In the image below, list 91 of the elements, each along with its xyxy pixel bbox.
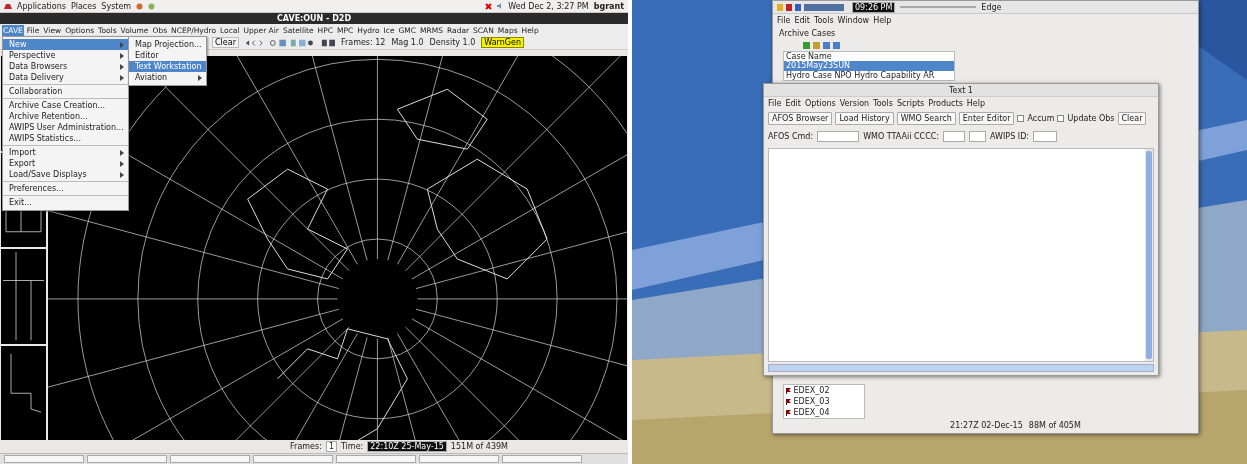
menu-item[interactable]: New [3,39,128,50]
frames-selector[interactable]: Frames: 12 [340,38,386,47]
wmo-field[interactable] [943,131,965,142]
memory-usage: 151M of 439M [450,442,508,451]
toolbar-button[interactable]: AFOS Browser [768,112,833,125]
menu-item[interactable]: AWIPS Statistics... [3,133,128,144]
frames-label: Frames: [290,442,322,451]
menu-item[interactable]: Tools [873,99,893,108]
frames-field[interactable]: 1 [325,441,337,452]
scrollbar[interactable] [768,364,1154,372]
taskbar-button[interactable] [170,455,250,463]
case-row[interactable]: Hydro Case NPO Hydro Capability AR [784,70,954,80]
column-header: Case Name [785,52,832,62]
panel-icons-drawing[interactable] [777,3,847,11]
checkbox[interactable] [1017,115,1025,122]
clock-field: 09:26 PM [852,1,896,13]
menu-item[interactable]: Perspective [3,50,128,61]
toolbar-button[interactable]: Enter Editor [958,112,1015,125]
menu-item[interactable]: Map Projection... [129,39,206,50]
menu-item[interactable]: File [768,99,782,108]
server-row[interactable]: EDEX_04 [784,407,864,418]
menu-item[interactable]: Help [873,16,892,25]
menu-item[interactable]: Window [837,16,870,25]
window-title: Edge [981,2,1002,12]
menu-item[interactable]: Aviation [129,72,206,83]
server-row[interactable]: EDEX_03 [784,396,864,407]
time-label: Time: [340,442,364,451]
taskbar-button[interactable] [336,455,416,463]
mag-selector[interactable]: Mag 1.0 [391,38,424,47]
panel-menu[interactable]: Applications [17,1,66,11]
view-tab[interactable]: Archive Cases [779,29,836,38]
field-label: AFOS Cmd: [768,132,814,141]
menu-item[interactable]: Tools [813,16,834,25]
taskbar-button[interactable] [502,455,582,463]
field-label: AWIPS ID: [990,132,1029,141]
menu-item[interactable]: Products [928,99,963,108]
density-selector[interactable]: Density 1.0 [429,38,476,47]
menu-item[interactable]: Export [3,158,128,169]
user-name[interactable]: bgrant [593,1,624,11]
afos-field[interactable] [817,131,860,142]
menu-item[interactable]: Editor [129,50,206,61]
menu-item[interactable]: Text Workstation [129,61,206,72]
time-field[interactable]: 22:10Z 25-May-15 [367,441,447,452]
toolbar-button[interactable]: Load History [835,112,894,125]
scrollbar[interactable] [1145,149,1153,361]
menu-item[interactable]: Load/Save Displays [3,169,128,180]
menu-item[interactable]: Archive Case Creation... [3,100,128,111]
menu-item[interactable]: Exit... [3,197,128,208]
server-row[interactable]: EDEX_02 [784,385,864,396]
panel-menu[interactable]: Places [70,1,97,11]
menu-item[interactable]: Preferences... [3,183,128,194]
taskbar-button[interactable] [4,455,84,463]
warngen-button[interactable]: WarnGen [481,37,524,48]
checkbox-label: Accum [1027,114,1055,123]
menu-item[interactable]: Version [839,99,870,108]
memory-usage: 88M of 405M [1028,421,1081,430]
checkbox-label: Update Obs [1067,114,1115,123]
hat-icon[interactable] [4,2,12,10]
menu-item[interactable]: Options [804,99,836,108]
menu-item[interactable]: Help [966,99,986,108]
menu-item[interactable]: Collaboration [3,86,128,97]
text-area[interactable] [768,148,1154,362]
cccc-field[interactable] [969,131,986,142]
clear-button[interactable]: Clear [212,37,239,48]
clock: Wed Dec 2, 3:27 PM [508,1,589,11]
menu-item[interactable]: Import [3,147,128,158]
menu-item[interactable]: Archive Retention... [3,111,128,122]
toolbar-button[interactable]: Clear [1117,112,1147,125]
awips-field[interactable] [1033,131,1057,142]
window-title: CAVE:OUN - D2D [276,14,352,23]
checkbox[interactable] [1057,115,1065,122]
menu-item[interactable]: Data Browsers [3,61,128,72]
case-row[interactable]: 2015May23SUN [784,61,954,71]
menu-item[interactable]: Edit [785,99,801,108]
submenu-arrow-icon [197,74,202,81]
time-status: 21:27Z 02-Dec-15 [950,421,1023,430]
toolbar-icons-drawing[interactable] [244,38,335,47]
taskbar-button[interactable] [419,455,499,463]
menu-item[interactable]: Edit [794,16,810,25]
menu-item[interactable]: File [777,16,791,25]
close-icon [485,2,493,10]
menu-item[interactable]: AWIPS User Administration... [3,122,128,133]
panel-menu[interactable]: System [101,1,132,11]
field-label: WMO TTAAii CCCC: [863,132,939,141]
menu-item[interactable]: Scripts [896,99,925,108]
toolbar-button[interactable]: WMO Search [896,112,956,125]
menu-item[interactable]: Data Delivery [3,72,128,83]
taskbar-button[interactable] [253,455,333,463]
window-title: Text 1 [949,85,973,95]
speaker-icon[interactable] [497,3,504,9]
taskbar-button[interactable] [87,455,167,463]
